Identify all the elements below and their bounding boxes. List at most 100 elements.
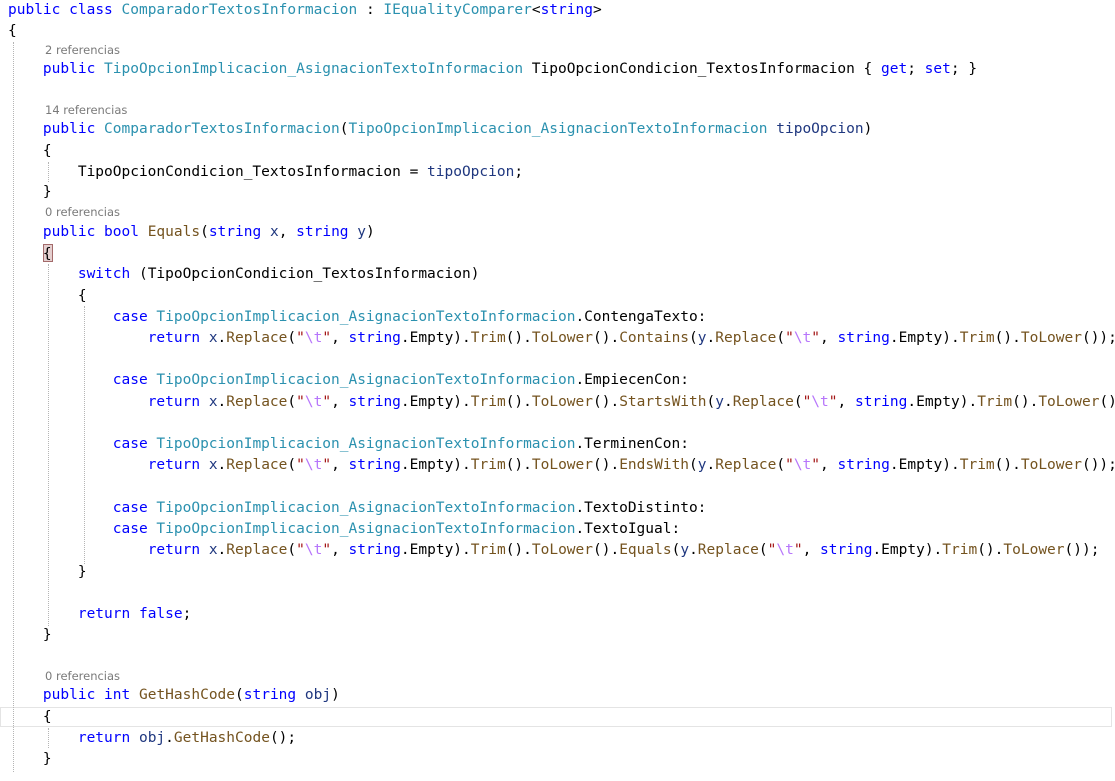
code-token: get — [881, 61, 908, 77]
code-line[interactable]: { — [8, 286, 1115, 306]
code-token: y — [357, 224, 367, 240]
code-line[interactable]: return x.Replace("\t", string.Empty).Tri… — [8, 328, 1115, 348]
code-token: . — [165, 730, 174, 746]
codelens-references[interactable]: 2 referencias — [45, 43, 120, 57]
code-editor[interactable]: 2 referencias 14 referencias 0 referencias… — [0, 0, 1115, 781]
code-line[interactable]: switch (TipoOpcionCondicion_TextosInform… — [8, 264, 1115, 284]
code-token: string — [243, 687, 297, 703]
code-line[interactable]: { — [8, 244, 1115, 264]
code-token: { — [8, 23, 17, 39]
code-token: Equals — [619, 542, 672, 558]
code-token: x — [208, 457, 218, 473]
code-line[interactable]: public TipoOpcionImplicacion_AsignacionT… — [8, 59, 1115, 79]
code-line[interactable]: } — [8, 749, 1115, 769]
code-line[interactable]: } — [8, 625, 1115, 645]
code-token: string — [348, 542, 401, 558]
code-line[interactable]: case TipoOpcionImplicacion_AsignacionTex… — [8, 370, 1115, 390]
code-token: case — [112, 309, 148, 325]
code-line[interactable]: public ComparadorTextosInformacion(TipoO… — [8, 119, 1115, 139]
code-token: tipoOpcion — [427, 164, 515, 180]
code-line[interactable]: case TipoOpcionImplicacion_AsignacionTex… — [8, 434, 1115, 454]
code-line[interactable]: return x.Replace("\t", string.Empty).Tri… — [8, 455, 1115, 475]
code-line[interactable]: { — [8, 141, 1115, 161]
code-token: string — [296, 224, 349, 240]
code-line[interactable]: } — [8, 562, 1115, 582]
code-line[interactable]: case TipoOpcionImplicacion_AsignacionTex… — [8, 307, 1115, 327]
code-token: " — [811, 330, 821, 346]
code-token: " — [322, 457, 332, 473]
code-token: Trim — [470, 457, 506, 473]
code-token: switch — [77, 266, 131, 282]
code-line[interactable]: return x.Replace("\t", string.Empty).Tri… — [8, 392, 1115, 412]
code-token: ToLower — [531, 394, 593, 410]
code-token: class — [69, 2, 113, 18]
code-token: " — [811, 457, 821, 473]
code-token: Trim — [470, 542, 506, 558]
code-token: (); — [269, 730, 297, 746]
code-token: ( — [200, 224, 209, 240]
code-line[interactable]: case TipoOpcionImplicacion_AsignacionTex… — [8, 498, 1115, 518]
code-line[interactable]: { — [8, 21, 1115, 41]
code-token: ) — [331, 687, 340, 703]
code-token: ( — [287, 330, 297, 346]
code-token: TipoOpcionImplicacion_AsignacionTextoInf… — [156, 521, 576, 537]
code-token: TipoOpcionImplicacion_AsignacionTextoInf… — [156, 372, 576, 388]
code-token: (). — [505, 394, 532, 410]
code-token: public — [42, 687, 96, 703]
code-line[interactable]: return x.Replace("\t", string.Empty).Tri… — [8, 540, 1115, 560]
code-token: obj — [304, 687, 332, 703]
code-token: \t — [304, 394, 323, 410]
code-line[interactable]: return false; — [8, 604, 1115, 624]
code-token: , — [820, 457, 838, 473]
code-token: .TextoIgual: — [575, 521, 681, 537]
code-line[interactable]: public class ComparadorTextosInformacion… — [8, 0, 1115, 20]
code-token: , — [331, 457, 349, 473]
code-line[interactable]: } — [8, 182, 1115, 202]
code-token: . — [217, 457, 227, 473]
code-token: Contains — [619, 330, 690, 346]
code-token: .Empty). — [400, 394, 471, 410]
code-token: string — [348, 457, 401, 473]
code-token: .Empty). — [889, 330, 960, 346]
code-token: " — [296, 394, 305, 410]
codelens-references[interactable]: 0 referencias — [45, 205, 120, 219]
code-token: return — [147, 330, 201, 346]
code-line[interactable]: { — [8, 707, 1115, 727]
code-line[interactable]: return obj.GetHashCode(); — [8, 728, 1115, 748]
code-token: } — [8, 564, 87, 580]
code-token: ToLower — [1020, 457, 1082, 473]
code-token: .ContengaTexto: — [575, 309, 707, 325]
code-token: x — [208, 330, 218, 346]
code-line[interactable]: TipoOpcionCondicion_TextosInformacion = … — [8, 162, 1115, 182]
code-token: .Empty). — [400, 330, 471, 346]
code-token: { — [8, 143, 52, 159]
code-token: , — [278, 224, 297, 240]
code-token: ()); — [1081, 457, 1115, 473]
code-line[interactable]: public int GetHashCode(string obj) — [8, 685, 1115, 705]
code-token: ; — [907, 61, 925, 77]
code-token: } — [8, 627, 52, 643]
code-token: Trim — [959, 330, 995, 346]
codelens-references[interactable]: 0 referencias — [45, 669, 120, 683]
codelens-references[interactable]: 14 referencias — [45, 103, 127, 117]
code-token: ComparadorTextosInformacion — [104, 121, 340, 137]
code-token: public — [8, 2, 61, 18]
code-token: obj — [138, 730, 166, 746]
code-line[interactable]: public bool Equals(string x, string y) — [8, 222, 1115, 242]
code-token: , — [820, 330, 838, 346]
code-token: public — [42, 61, 96, 77]
code-token: (). — [593, 394, 620, 410]
code-token: Equals — [147, 224, 201, 240]
code-token: \t — [304, 542, 323, 558]
code-token: case — [112, 521, 148, 537]
code-line[interactable]: case TipoOpcionImplicacion_AsignacionTex… — [8, 519, 1115, 539]
